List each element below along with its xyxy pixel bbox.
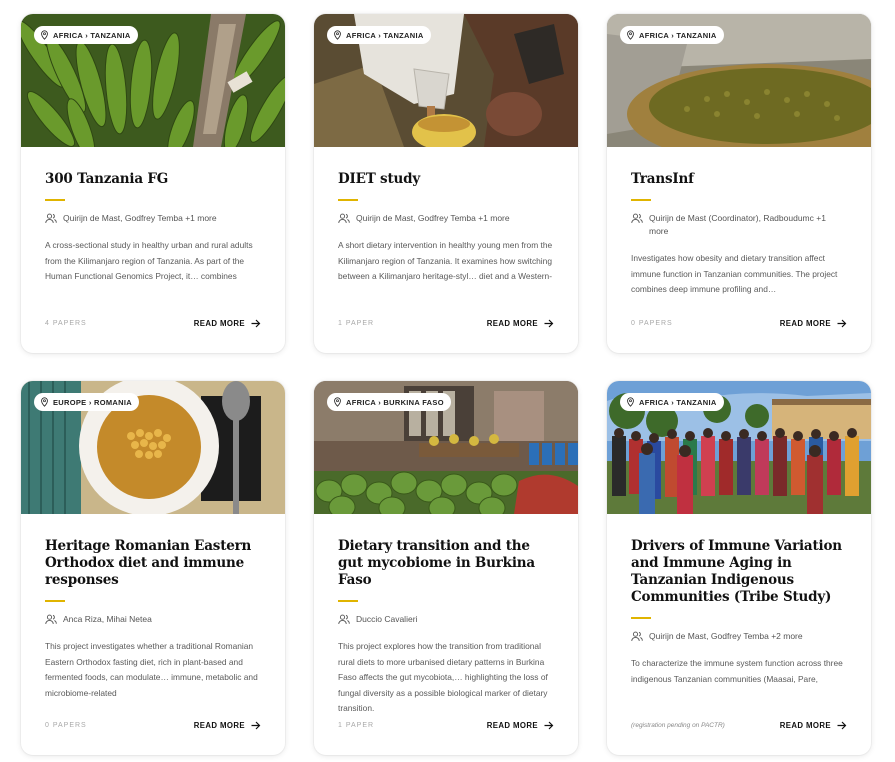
authors-row: Quirijn de Mast, Godfrey Temba +1 more	[338, 212, 554, 225]
location-label: EUROPE › ROMANIA	[53, 397, 132, 407]
title-divider	[631, 617, 651, 619]
card-title[interactable]: Drivers of Immune Variation and Immune A…	[631, 538, 847, 606]
arrow-right-icon	[251, 319, 261, 328]
title-divider	[338, 600, 358, 602]
card-title[interactable]: DIET study	[338, 171, 554, 188]
users-icon	[338, 614, 350, 625]
card-image-pouring-drink: AFRICA › TANZANIA	[314, 14, 578, 147]
users-icon	[45, 614, 57, 625]
authors-text: Duccio Cavalieri	[356, 614, 418, 624]
location-label: AFRICA › TANZANIA	[639, 30, 717, 40]
study-card-gut-mycobiome[interactable]: AFRICA › BURKINA FASO Dietary transition…	[314, 381, 578, 755]
read-more-link[interactable]: READ MORE	[194, 721, 261, 730]
map-pin-icon	[627, 30, 634, 40]
papers-count: 1 PAPER	[338, 320, 375, 327]
card-description: A cross-sectional study in healthy urban…	[45, 240, 253, 281]
read-more-link[interactable]: READ MORE	[194, 319, 261, 328]
title-divider	[45, 600, 65, 602]
title-divider	[45, 199, 65, 201]
read-more-label: READ MORE	[779, 721, 831, 730]
arrow-right-icon	[837, 721, 847, 730]
arrow-right-icon	[837, 319, 847, 328]
papers-count: 0 PAPERS	[631, 320, 673, 327]
read-more-link[interactable]: READ MORE	[780, 721, 847, 730]
map-pin-icon	[41, 30, 48, 40]
location-badge: EUROPE › ROMANIA	[34, 393, 139, 411]
papers-count: 1 PAPER	[338, 722, 375, 729]
arrow-right-icon	[251, 721, 261, 730]
title-divider	[338, 199, 358, 201]
card-description: A short dietary intervention in healthy …	[338, 240, 553, 281]
authors-row: Duccio Cavalieri	[338, 613, 554, 626]
papers-count: 0 PAPERS	[45, 722, 87, 729]
users-icon	[631, 631, 643, 642]
location-label: AFRICA › TANZANIA	[639, 397, 717, 407]
read-more-label: READ MORE	[486, 319, 538, 328]
authors-text: Quirijn de Mast (Coordinator), Radboudum…	[649, 213, 826, 236]
card-title[interactable]: 300 Tanzania FG	[45, 171, 261, 188]
study-card-heritage-romanian[interactable]: EUROPE › ROMANIA Heritage Romanian Easte…	[21, 381, 285, 755]
map-pin-icon	[334, 397, 341, 407]
card-description: Investigates how obesity and dietary tra…	[631, 253, 838, 294]
authors-text: Anca Riza, Mihai Netea	[63, 614, 152, 624]
study-card-tribe-study[interactable]: AFRICA › TANZANIA Drivers of Immune Vari…	[607, 381, 871, 755]
read-more-link[interactable]: READ MORE	[780, 319, 847, 328]
location-label: AFRICA › TANZANIA	[346, 30, 424, 40]
authors-text: Quirijn de Mast, Godfrey Temba +1 more	[356, 213, 510, 223]
card-description: This project explores how the transition…	[338, 641, 548, 713]
read-more-label: READ MORE	[779, 319, 831, 328]
card-title[interactable]: TransInf	[631, 171, 847, 188]
study-card-300-tanzania-fg[interactable]: AFRICA › TANZANIA 300 Tanzania FG Quirij…	[21, 14, 285, 353]
read-more-link[interactable]: READ MORE	[487, 721, 554, 730]
card-description: To characterize the immune system functi…	[631, 658, 843, 684]
study-card-transinf[interactable]: AFRICA › TANZANIA TransInf Quirijn de Ma…	[607, 14, 871, 353]
map-pin-icon	[334, 30, 341, 40]
authors-row: Quirijn de Mast (Coordinator), Radboudum…	[631, 212, 847, 238]
arrow-right-icon	[544, 721, 554, 730]
location-badge: AFRICA › TANZANIA	[327, 26, 431, 44]
authors-row: Quirijn de Mast, Godfrey Temba +1 more	[45, 212, 261, 225]
authors-row: Anca Riza, Mihai Netea	[45, 613, 261, 626]
map-pin-icon	[627, 397, 634, 407]
users-icon	[338, 213, 350, 224]
card-image-bananas: AFRICA › TANZANIA	[21, 14, 285, 147]
read-more-label: READ MORE	[486, 721, 538, 730]
read-more-label: READ MORE	[193, 721, 245, 730]
location-badge: AFRICA › TANZANIA	[34, 26, 138, 44]
title-divider	[631, 199, 651, 201]
arrow-right-icon	[544, 319, 554, 328]
papers-count: 4 PAPERS	[45, 320, 87, 327]
card-title[interactable]: Dietary transition and the gut mycobiome…	[338, 538, 554, 589]
location-badge: AFRICA › TANZANIA	[620, 393, 724, 411]
registration-status: (registration pending on PACTR)	[631, 722, 725, 729]
location-label: AFRICA › BURKINA FASO	[346, 397, 444, 407]
read-more-label: READ MORE	[193, 319, 245, 328]
card-description: This project investigates whether a trad…	[45, 641, 258, 698]
card-image-community-group: AFRICA › TANZANIA	[607, 381, 871, 514]
authors-row: Quirijn de Mast, Godfrey Temba +2 more	[631, 630, 847, 643]
card-title[interactable]: Heritage Romanian Eastern Orthodox diet …	[45, 538, 261, 589]
location-badge: AFRICA › BURKINA FASO	[327, 393, 451, 411]
card-image-bean-soup: EUROPE › ROMANIA	[21, 381, 285, 514]
study-card-diet-study[interactable]: AFRICA › TANZANIA DIET study Quirijn de …	[314, 14, 578, 353]
authors-text: Quirijn de Mast, Godfrey Temba +2 more	[649, 631, 803, 641]
card-image-market-melons: AFRICA › BURKINA FASO	[314, 381, 578, 514]
card-image-grain-basket: AFRICA › TANZANIA	[607, 14, 871, 147]
read-more-link[interactable]: READ MORE	[487, 319, 554, 328]
authors-text: Quirijn de Mast, Godfrey Temba +1 more	[63, 213, 217, 223]
location-badge: AFRICA › TANZANIA	[620, 26, 724, 44]
location-label: AFRICA › TANZANIA	[53, 30, 131, 40]
users-icon	[45, 213, 57, 224]
map-pin-icon	[41, 397, 48, 407]
users-icon	[631, 213, 643, 224]
